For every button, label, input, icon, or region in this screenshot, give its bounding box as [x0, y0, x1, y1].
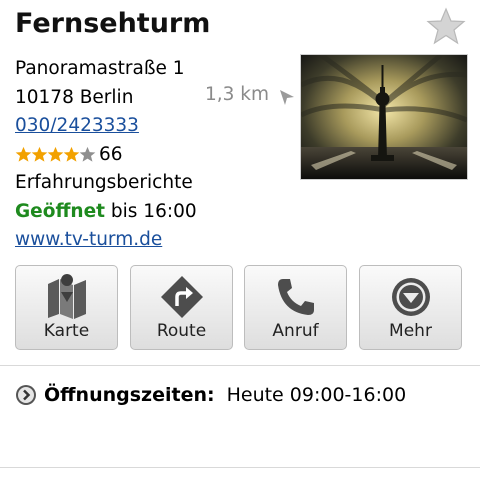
open-status: Geöffnet	[15, 200, 105, 222]
map-button-label: Karte	[43, 321, 90, 341]
place-info: Panoramastraße 1 10178 Berlin 030/242333…	[15, 55, 197, 255]
star-filled-icon	[63, 147, 80, 162]
route-button[interactable]: Route	[130, 265, 233, 350]
call-button-label: Anruf	[272, 321, 319, 341]
favorite-star-icon[interactable]	[426, 6, 466, 46]
more-button[interactable]: Mehr	[359, 265, 462, 350]
address-line2: 10178 Berlin	[15, 86, 134, 108]
more-icon	[392, 278, 430, 316]
more-button-label: Mehr	[389, 321, 432, 341]
action-bar: Karte Route Anruf Mehr	[15, 265, 465, 351]
star-filled-icon	[15, 147, 32, 162]
place-title: Fernsehturm	[15, 8, 211, 39]
divider-top	[0, 365, 480, 366]
open-until: bis 16:00	[110, 200, 197, 222]
map-icon	[48, 274, 86, 319]
place-photo[interactable]	[300, 54, 468, 180]
route-icon	[161, 276, 203, 318]
opening-hours-value: Heute 09:00-16:00	[226, 384, 407, 406]
star-filled-icon	[47, 147, 64, 162]
route-button-label: Route	[156, 321, 207, 341]
phone-icon	[278, 279, 314, 315]
star-empty-icon	[79, 147, 96, 162]
phone-link[interactable]: 030/2423333	[15, 115, 139, 136]
website-link[interactable]: www.tv-turm.de	[15, 229, 162, 250]
opening-hours-label: Öffnungszeiten:	[44, 384, 215, 406]
opening-status: Geöffnet bis 16:00	[15, 198, 197, 227]
direction-arrow-icon	[280, 90, 294, 105]
reviews-label[interactable]: Erfahrungsberichte	[15, 169, 197, 198]
rating-stars	[15, 146, 96, 163]
distance-label: 1,3 km	[205, 84, 270, 105]
address-line1: Panoramastraße 1	[15, 58, 185, 79]
review-count: 66	[99, 143, 123, 165]
call-button[interactable]: Anruf	[244, 265, 347, 350]
star-filled-icon	[31, 147, 48, 162]
divider-bottom	[0, 467, 480, 468]
tv-tower-photo	[301, 55, 467, 179]
map-button[interactable]: Karte	[15, 265, 118, 350]
rating-row[interactable]: 66	[15, 141, 197, 170]
opening-hours-row[interactable]: Öffnungszeiten: Heute 09:00-16:00	[15, 384, 406, 406]
expand-chevron-icon	[16, 385, 36, 405]
